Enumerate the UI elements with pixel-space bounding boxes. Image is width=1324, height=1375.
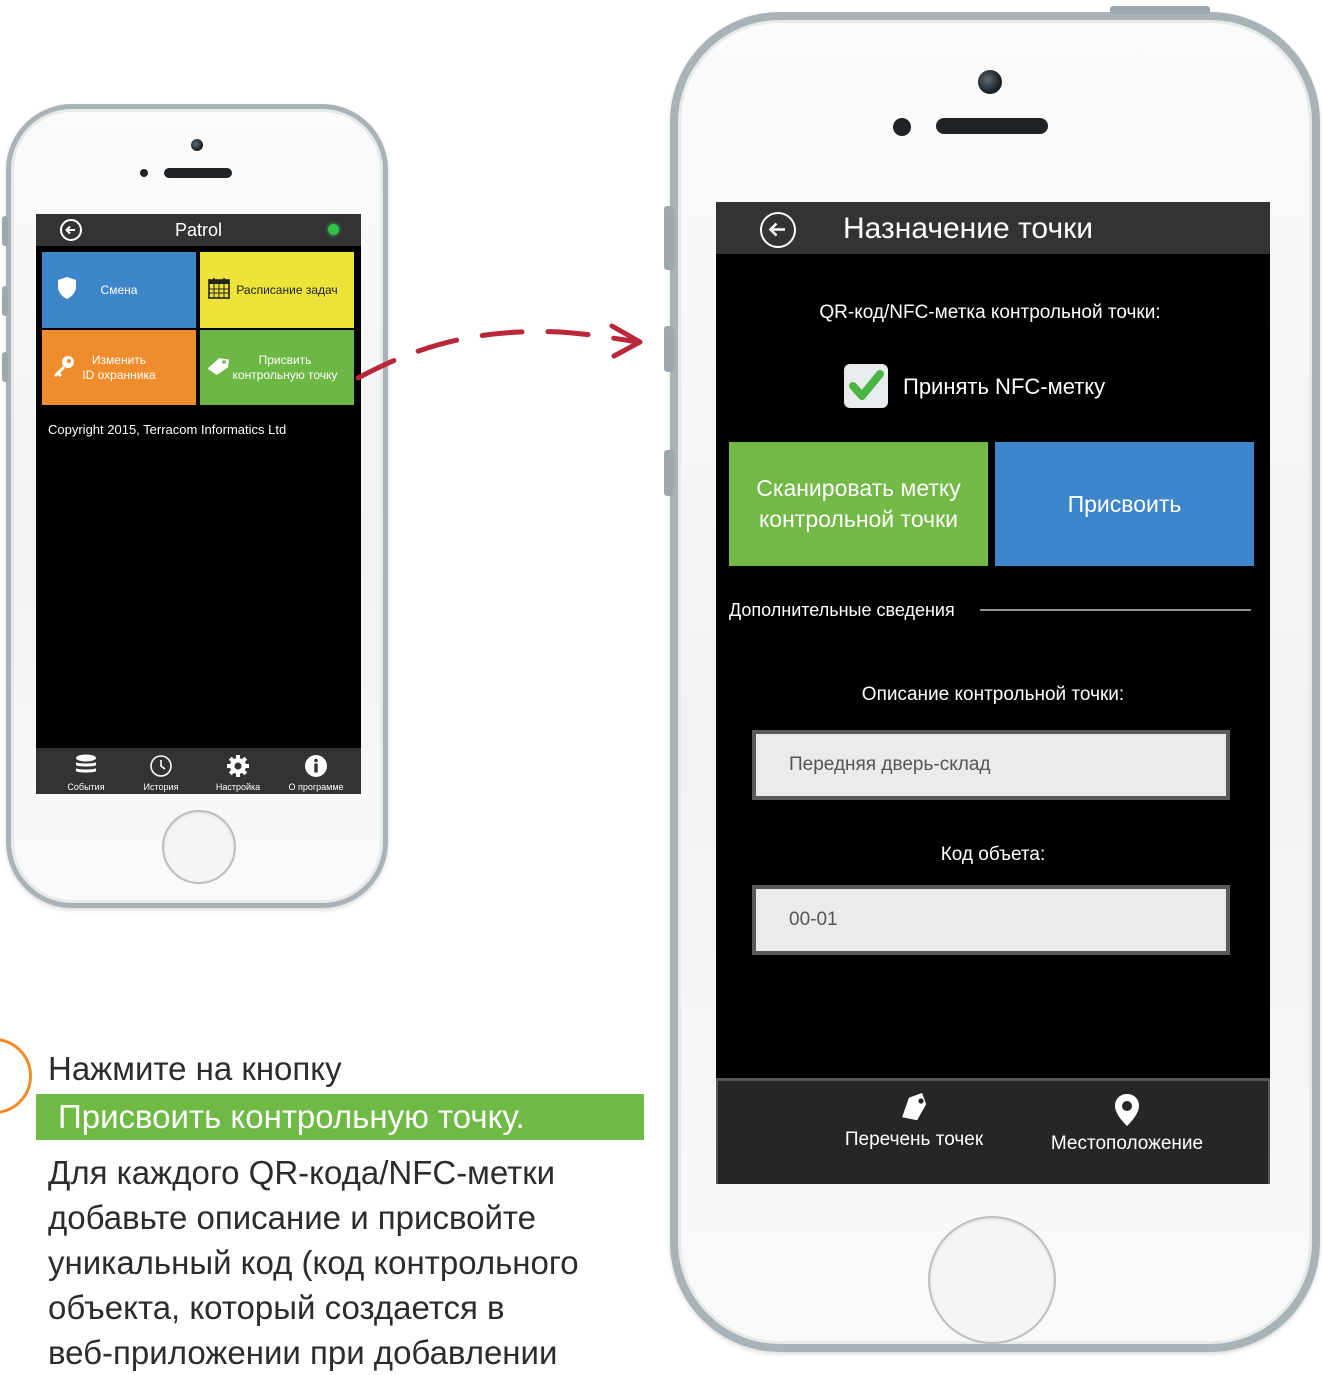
nav-events-label: События	[67, 782, 105, 792]
description-input[interactable]: Передняя дверь-склад	[752, 730, 1230, 800]
assign-line2: контрольную точку	[232, 367, 338, 382]
large-phone-camera	[978, 70, 1002, 94]
nav-events[interactable]: События	[46, 748, 126, 794]
shift-tile-label: Смена	[100, 282, 138, 297]
nav-settings-label: Настройка	[215, 782, 261, 792]
nfc-checkbox[interactable]	[844, 364, 888, 408]
small-phone-side-button	[2, 352, 8, 382]
change-id-line1: Изменить	[91, 352, 147, 367]
scan-line2: контрольной точки	[758, 506, 958, 532]
section-divider	[980, 609, 1251, 611]
tag-icon	[206, 356, 230, 380]
nav-settings[interactable]: Настройка	[198, 748, 278, 794]
small-phone-sensor	[140, 169, 148, 177]
object-code-label: Код объета:	[940, 844, 1046, 865]
calendar-icon	[208, 277, 230, 303]
info-icon	[305, 755, 327, 777]
assign-line1: Присвить	[258, 352, 312, 367]
schedule-tile-label: Расписание задач	[236, 282, 338, 297]
tag-icon	[902, 1093, 927, 1121]
dashed-arrow	[355, 323, 643, 381]
checkmark-icon	[849, 370, 884, 400]
database-icon	[76, 754, 96, 773]
nav-location-label: Местоположение	[1050, 1133, 1204, 1154]
large-phone-home-button[interactable]	[928, 1216, 1056, 1344]
gear-icon	[227, 755, 249, 777]
small-phone-screen: Patrol Смена Расписание задач Изменить I…	[36, 214, 361, 794]
assign-checkpoint-tile[interactable]: Присвить контрольную точку	[200, 330, 354, 405]
instruction-body: Для каждого QR-кода/NFC-метки добавьте о…	[48, 1150, 708, 1375]
app-header: Patrol	[36, 214, 361, 246]
small-phone-camera	[191, 139, 203, 151]
nfc-checkbox-label: Принять NFC-метку	[903, 374, 1106, 399]
bottom-nav: Перечень точек Местоположение	[716, 1078, 1270, 1184]
qr-nfc-label: QR-код/NFC-метка контрольной точки:	[819, 302, 1161, 323]
clock-icon	[150, 755, 172, 777]
assign-button[interactable]: Присвоить	[995, 442, 1254, 566]
scan-tag-button[interactable]: Сканировать метку контрольной точки	[729, 442, 988, 566]
change-id-line2: ID охранника	[82, 367, 156, 382]
nav-points-list-label: Перечень точек	[844, 1129, 984, 1150]
large-phone-sensor	[893, 118, 911, 136]
screen-header: Назначение точки	[716, 202, 1270, 254]
instruction-body-line: Для каждого QR-кода/NFC-метки	[48, 1154, 556, 1191]
change-id-tile-label: Изменить ID охранника	[82, 353, 155, 383]
shield-icon	[56, 276, 78, 304]
object-code-input[interactable]: 00-01	[752, 885, 1230, 955]
key-icon	[52, 354, 76, 382]
step-number-circle	[0, 1038, 32, 1114]
small-phone-side-button	[2, 216, 8, 246]
instruction-highlight: Присвоить контрольную точку.	[36, 1094, 644, 1140]
small-phone-speaker	[164, 168, 232, 178]
status-dot-icon	[328, 224, 339, 235]
nav-points-list[interactable]: Перечень точек	[814, 1093, 1014, 1151]
small-phone-side-button	[2, 286, 8, 316]
instruction-body-line: объекта, который создается в	[48, 1289, 505, 1326]
large-phone-speaker	[936, 118, 1048, 134]
nav-about[interactable]: О программе	[276, 748, 356, 794]
app-title: Patrol	[174, 220, 223, 240]
bottom-nav: События История Настройка О программе	[36, 748, 361, 794]
scan-line1: Сканировать метку	[756, 475, 961, 501]
assign-tile-label: Присвить контрольную точку	[217, 353, 338, 383]
map-pin-icon	[1115, 1094, 1139, 1126]
scan-tag-button-label: Сканировать метку контрольной точки	[756, 473, 960, 535]
large-phone-top-button	[1110, 6, 1210, 14]
schedule-tile[interactable]: Расписание задач	[200, 252, 354, 328]
instruction-line1: Нажмите на кнопку	[48, 1050, 342, 1087]
nav-history[interactable]: История	[121, 748, 201, 794]
instruction-body-line: добавьте описание и присвойте	[48, 1199, 537, 1236]
shift-tile[interactable]: Смена	[42, 252, 196, 328]
large-phone-side-button	[664, 206, 674, 270]
large-phone-screen: Назначение точки QR-код/NFC-метка контро…	[716, 202, 1270, 1184]
nav-history-label: История	[143, 782, 179, 792]
nav-about-label: О программе	[288, 782, 344, 792]
instruction-body-line: уникальный код (код контрольного	[48, 1244, 579, 1281]
small-phone-home-button[interactable]	[162, 810, 236, 884]
large-phone-side-button	[664, 326, 674, 372]
back-arrow-icon[interactable]	[760, 212, 796, 248]
screen-title: Назначение точки	[843, 212, 1093, 245]
large-phone-side-button	[664, 450, 674, 496]
description-label: Описание контрольной точки:	[861, 684, 1125, 705]
change-id-tile[interactable]: Изменить ID охранника	[42, 330, 196, 405]
instruction-body-line: веб-приложении при добавлении	[48, 1334, 558, 1371]
nav-location[interactable]: Местоположение	[1042, 1093, 1212, 1155]
copyright-text: Copyright 2015, Terracom Informatics Ltd	[48, 422, 287, 437]
section-title: Дополнительные сведения	[729, 600, 955, 620]
